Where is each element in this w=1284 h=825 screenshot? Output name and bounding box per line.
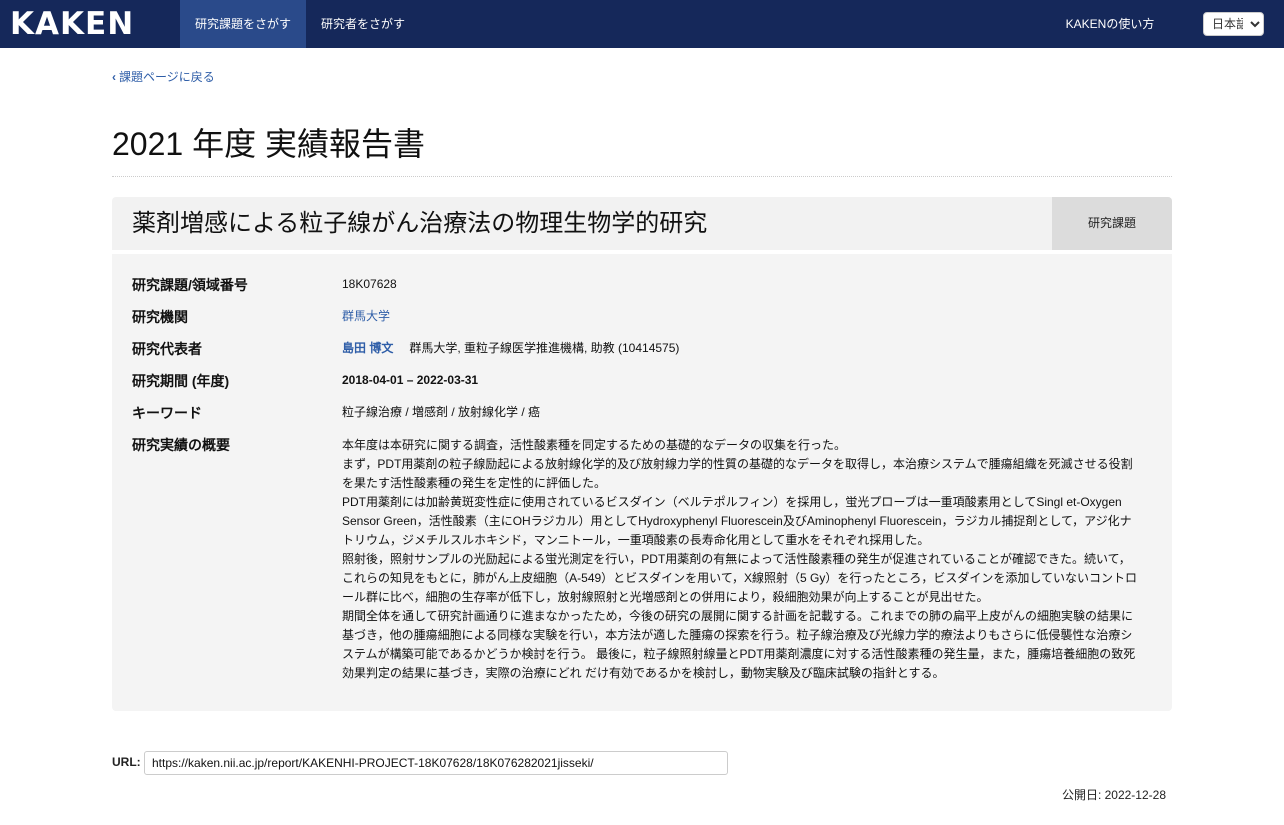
- project-type-badge: 研究課題: [1052, 197, 1172, 250]
- kaken-logo[interactable]: KAKEN: [10, 7, 134, 41]
- project-header: 薬剤増感による粒子線がん治療法の物理生物学的研究 研究課題: [112, 197, 1172, 250]
- nav-search-researchers[interactable]: 研究者をさがす: [306, 0, 420, 48]
- url-label: URL:: [112, 755, 141, 769]
- label-summary: 研究実績の概要: [132, 437, 230, 453]
- value-principal-investigator: 島田 博文 群馬大学, 重粒子線医学推進機構, 助教 (10414575): [342, 340, 679, 356]
- language-select[interactable]: 日本語: [1203, 12, 1264, 36]
- value-institution: 群馬大学: [342, 308, 390, 324]
- summary-paragraph: まず，PDT用薬剤の粒子線励起による放射線化学的及び放射線力学的性質の基礎的なデ…: [342, 457, 1133, 490]
- report-url-field[interactable]: [144, 751, 728, 775]
- label-period: 研究期間 (年度): [132, 373, 230, 389]
- label-keywords: キーワード: [132, 405, 202, 421]
- nav-search-projects[interactable]: 研究課題をさがす: [180, 0, 306, 48]
- project-details: 研究課題/領域番号 18K07628 研究機関 群馬大学 研究代表者 島田 博文…: [112, 254, 1172, 711]
- label-principal-investigator: 研究代表者: [132, 341, 202, 357]
- value-period: 2018-04-01 – 2022-03-31: [342, 373, 479, 387]
- pi-name-link[interactable]: 島田 博文: [342, 341, 393, 355]
- published-date: 公開日: 2022-12-28: [1061, 788, 1166, 802]
- summary-paragraph: PDT用薬剤には加齢黄斑変性症に使用されているビスダイン（ベルテポルフィン）を採…: [342, 495, 1132, 547]
- summary-paragraph: 期間全体を通して研究計画通りに進まなかったため，今後の研究の展開に関する計画を記…: [342, 609, 1136, 680]
- back-to-project-link[interactable]: ‹ 課題ページに戻る: [112, 68, 215, 85]
- chevron-left-icon: ‹: [112, 70, 116, 84]
- nav-help[interactable]: KAKENの使い方: [1050, 0, 1170, 48]
- label-project-number: 研究課題/領域番号: [132, 277, 248, 293]
- value-summary: 本年度は本研究に関する調査，活性酸素種を同定するための基礎的なデータの収集を行っ…: [342, 436, 1142, 683]
- institution-link[interactable]: 群馬大学: [342, 309, 390, 323]
- value-keywords: 粒子線治療 / 増感剤 / 放射線化学 / 癌: [342, 405, 541, 419]
- top-navbar: KAKEN 研究課題をさがす 研究者をさがす KAKENの使い方 日本語: [0, 0, 1284, 48]
- label-institution: 研究機関: [132, 309, 188, 325]
- summary-paragraph: 本年度は本研究に関する調査，活性酸素種を同定するための基礎的なデータの収集を行っ…: [342, 438, 847, 452]
- pi-affiliation: 群馬大学, 重粒子線医学推進機構, 助教 (10414575): [409, 341, 680, 355]
- value-project-number: 18K07628: [342, 277, 397, 291]
- back-link-label: 課題ページに戻る: [119, 70, 215, 84]
- project-title: 薬剤増感による粒子線がん治療法の物理生物学的研究: [132, 210, 708, 237]
- title-divider: [112, 176, 1172, 177]
- page-title: 2021 年度 実績報告書: [112, 126, 425, 162]
- summary-paragraph: 照射後，照射サンプルの光励起による蛍光測定を行い，PDT用薬剤の有無によって活性…: [342, 552, 1137, 604]
